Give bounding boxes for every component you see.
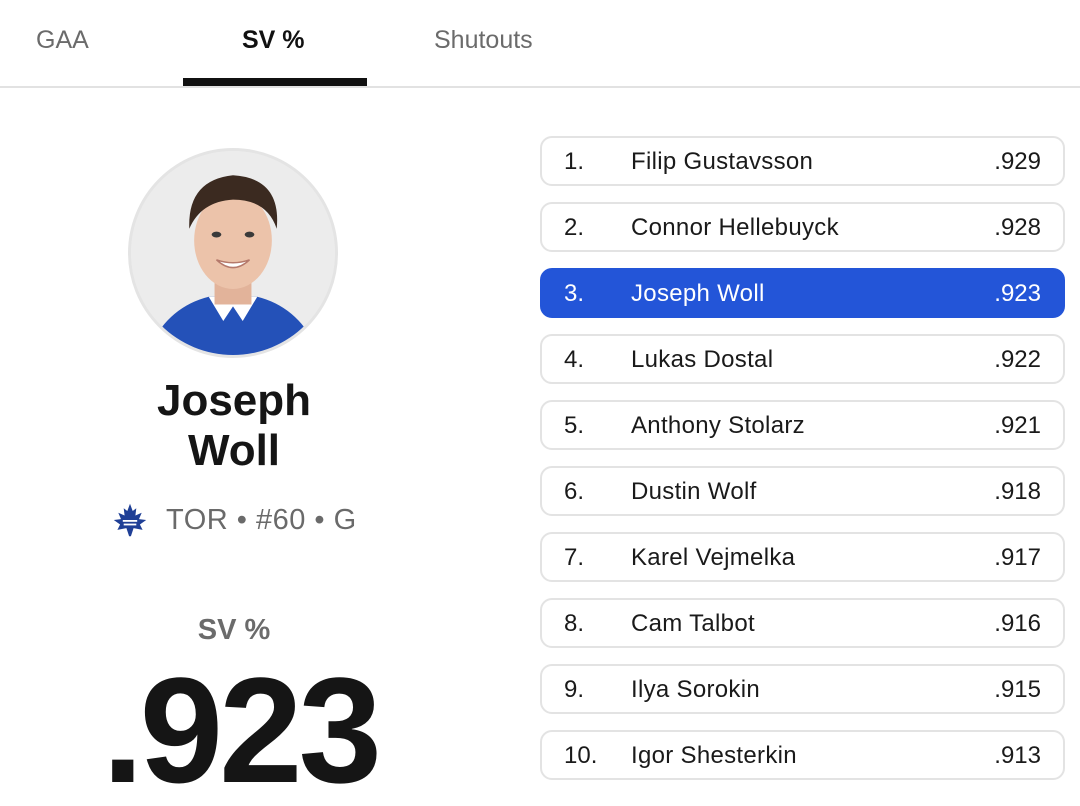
tab-shutouts[interactable]: Shutouts: [434, 26, 533, 55]
row-rank: 1.: [564, 148, 585, 175]
row-player-name: Joseph Woll: [631, 280, 765, 307]
row-player-name: Connor Hellebuyck: [631, 214, 839, 241]
row-player-name: Karel Vejmelka: [631, 544, 796, 571]
stat-value: .923: [102, 646, 382, 806]
row-value: .916: [994, 610, 1041, 637]
row-rank: 4.: [564, 346, 585, 373]
tab-gaa[interactable]: GAA: [36, 26, 89, 55]
row-value: .928: [994, 214, 1041, 241]
row-value: .915: [994, 676, 1041, 703]
tab-sv-percent[interactable]: SV %: [242, 26, 305, 55]
leaderboard-row[interactable]: 8. Cam Talbot .916: [540, 598, 1065, 648]
leaderboard-row[interactable]: 2. Connor Hellebuyck .928: [540, 202, 1065, 252]
row-rank: 10.: [564, 742, 598, 769]
leaderboard-row[interactable]: 6. Dustin Wolf .918: [540, 466, 1065, 516]
row-rank: 9.: [564, 676, 585, 703]
row-value: .929: [994, 148, 1041, 175]
leaderboard-row[interactable]: 1. Filip Gustavsson .929: [540, 136, 1065, 186]
stat-label: SV %: [197, 614, 271, 646]
row-rank: 7.: [564, 544, 585, 571]
row-player-name: Cam Talbot: [631, 610, 755, 637]
row-rank: 2.: [564, 214, 585, 241]
leaderboard-row[interactable]: 9. Ilya Sorokin .915: [540, 664, 1065, 714]
row-rank: 8.: [564, 610, 585, 637]
row-player-name: Igor Shesterkin: [631, 742, 797, 769]
row-player-name: Dustin Wolf: [631, 478, 757, 505]
team-number-position: TOR • #60 • G: [166, 503, 357, 536]
active-tab-indicator: [183, 78, 367, 86]
row-player-name: Filip Gustavsson: [631, 148, 814, 175]
stat-tabs: GAA SV % Shutouts: [0, 0, 1080, 88]
row-player-name: Anthony Stolarz: [631, 412, 805, 439]
row-value: .913: [994, 742, 1041, 769]
row-value: .917: [994, 544, 1041, 571]
row-value: .921: [994, 412, 1041, 439]
row-player-name: Lukas Dostal: [631, 346, 774, 373]
row-rank: 5.: [564, 412, 585, 439]
row-rank: 6.: [564, 478, 585, 505]
row-value: .922: [994, 346, 1041, 373]
leaderboard-row[interactable]: 4. Lukas Dostal .922: [540, 334, 1065, 384]
player-name: Joseph Woll: [84, 376, 384, 476]
player-last-name: Woll: [187, 426, 281, 475]
maple-leaf-icon: [113, 503, 147, 537]
row-player-name: Ilya Sorokin: [631, 676, 760, 703]
row-value: .923: [994, 280, 1041, 307]
leaderboard-list: 1. Filip Gustavsson .929 2. Connor Helle…: [540, 136, 1065, 796]
leaderboard-row[interactable]: 7. Karel Vejmelka .917: [540, 532, 1065, 582]
row-rank: 3.: [564, 280, 585, 307]
leaderboard-row-selected[interactable]: 3. Joseph Woll .923: [540, 268, 1065, 318]
player-avatar: [128, 148, 338, 358]
leaderboard-row[interactable]: 10. Igor Shesterkin .913: [540, 730, 1065, 780]
leaderboard-row[interactable]: 5. Anthony Stolarz .921: [540, 400, 1065, 450]
player-headshot-image: [131, 151, 335, 355]
player-meta: TOR • #60 • G: [112, 500, 357, 540]
row-value: .918: [994, 478, 1041, 505]
player-first-name: Joseph: [156, 376, 312, 425]
